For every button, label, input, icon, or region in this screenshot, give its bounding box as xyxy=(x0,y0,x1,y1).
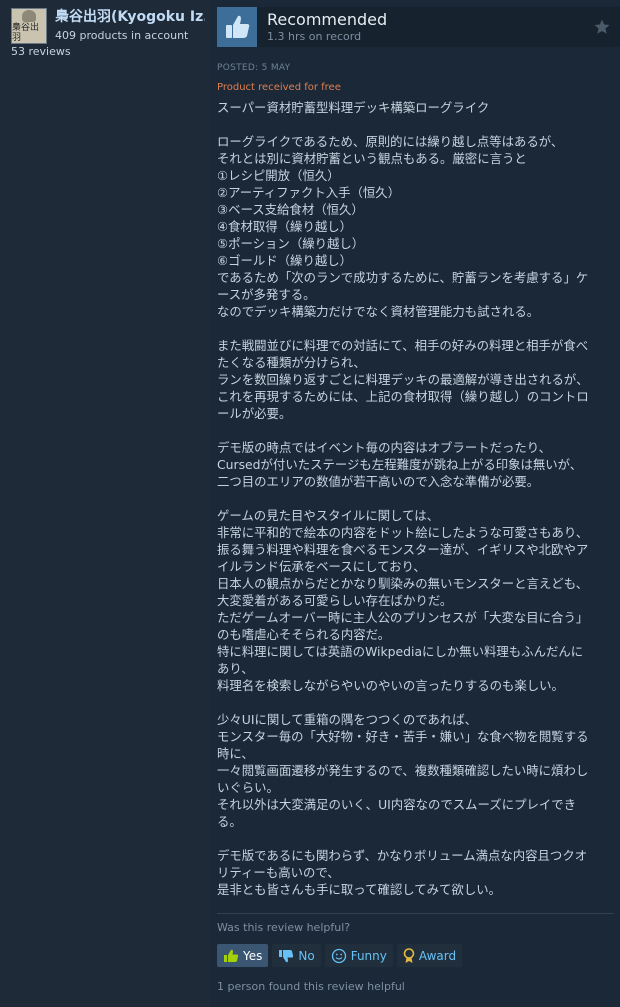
review-line: いぐらい。 xyxy=(217,780,279,795)
review-line: デモ版であるにも関わらず、かなりボリューム満点な内容且つクオ xyxy=(217,848,588,863)
review-line: 日本人の観点からだとかなり馴染みの無いモンスターと言えども、 xyxy=(217,576,589,591)
review-line: る。 xyxy=(217,814,242,829)
avatar-face xyxy=(22,9,36,22)
review-line: ④食材取得（繰り越し） xyxy=(217,219,353,234)
review-line: Cursedが付いたステージも左程難度が跳ね上がる印象は無いが、 xyxy=(217,457,583,472)
avatar-label: 梟谷出羽 xyxy=(12,22,40,43)
review-line: それ以外は大変満足のいく、UI内容なのでスムーズにプレイでき xyxy=(217,797,577,812)
review-line: ただゲームオーバー時に主人公のプリンセスが「大変な目に合う」 xyxy=(217,610,589,625)
received-free-label: Product received for free xyxy=(217,82,341,93)
review-line: ースが多発する。 xyxy=(217,287,316,302)
review-blank-line xyxy=(217,830,612,847)
review-line: 是非とも皆さんも手に取って確認してみて欲しい。 xyxy=(217,882,501,897)
review-line: 一々閲覧画面遷移が発生するので、複数種類確認したい時に煩わし xyxy=(217,763,589,778)
helpful-question: Was this review helpful? xyxy=(217,921,351,934)
review-line: ②アーティファクト入手（恒久） xyxy=(217,185,401,200)
review-line: あり、 xyxy=(217,661,254,676)
review-line: 料理名を検索しながらやいのやいの言ったりするのも楽しい。 xyxy=(217,678,564,693)
vote-no-label: No xyxy=(298,948,315,963)
review-line: ゲームの見た目やスタイルに関しては、 xyxy=(217,508,440,523)
review-line: ランを数回繰り返すごとに料理デッキの最適解が導き出されるが、 xyxy=(217,372,589,387)
review-line: モンスター毎の「大好物・好き・苦手・嫌い」な食べ物を閲覧する xyxy=(217,729,589,744)
award-button[interactable]: Award xyxy=(396,944,463,967)
hours-on-record: 1.3 hrs on record xyxy=(267,30,362,43)
review-line: ローグライクであるため、原則的には繰り越し点等はあるが、 xyxy=(217,134,564,149)
review-line: リティーも高いので、 xyxy=(217,865,340,880)
review-line: 時に、 xyxy=(217,746,254,761)
review-line: 振る舞う料理や料理を食べるモンスター達が、イギリスや北欧やア xyxy=(217,542,589,557)
smiley-icon xyxy=(331,948,347,964)
review-blank-line xyxy=(217,694,612,711)
star-icon[interactable] xyxy=(593,18,611,36)
review-line: なのでデッキ構築力だけでなく資材管理能力も試される。 xyxy=(217,304,540,319)
vote-funny-button[interactable]: Funny xyxy=(324,944,393,967)
review-line: 大変愛着がある可愛らしい存在ばかりだ。 xyxy=(217,593,453,608)
review-line: 二つ目のエリアの数値が若干高いので入念な準備が必要。 xyxy=(217,474,540,489)
review-line: ①レシピ開放（恒久） xyxy=(217,168,340,183)
review-line: ールが必要。 xyxy=(217,406,292,421)
review-line: これを再現するためには、上記の食材取得（繰り越し）のコントロ xyxy=(217,389,589,404)
divider xyxy=(217,913,614,914)
review-header[interactable]: Recommended 1.3 hrs on record xyxy=(217,7,620,47)
review-line: 非常に平和的で絵本の内容をドット絵にしたような可愛さもあり、 xyxy=(217,525,589,540)
thumbs-up-icon xyxy=(217,7,257,47)
vote-yes-button[interactable]: Yes xyxy=(217,944,269,967)
review-blank-line xyxy=(217,490,612,507)
vote-buttons: Yes No Funny Award xyxy=(217,944,463,967)
review-text: スーパー資材貯蓄型料理デッキ構築ローグライクローグライクであるため、原則的には繰… xyxy=(217,99,612,898)
author-panel: 梟谷出羽 梟谷出羽(Kyogoku Iz... 409 products in … xyxy=(0,0,210,1007)
vote-funny-label: Funny xyxy=(350,948,387,963)
review-line: デモ版の時点ではイベント毎の内容はオブラートだったり、 xyxy=(217,440,552,455)
review-blank-line xyxy=(217,422,612,439)
vote-yes-label: Yes xyxy=(243,948,263,963)
review-line: ③ベース支給食材（恒久） xyxy=(217,202,364,217)
review-line: ⑥ゴールド（繰り越し） xyxy=(217,253,353,268)
posted-date: POSTED: 5 MAY xyxy=(217,63,291,73)
author-name[interactable]: 梟谷出羽(Kyogoku Iz... xyxy=(55,6,205,26)
award-label: Award xyxy=(418,948,457,963)
review-line: それとは別に資材貯蓄という観点もある。厳密に言うと xyxy=(217,151,527,166)
review-blank-line xyxy=(217,320,612,337)
award-icon xyxy=(403,947,415,964)
thumbs-up-icon xyxy=(223,949,239,963)
avatar[interactable]: 梟谷出羽 xyxy=(11,8,47,44)
thumbs-down-icon xyxy=(278,949,294,963)
review-line: 少々UIに関して重箱の隅をつつくのであれば、 xyxy=(217,712,478,727)
review-line: たくなる種類が分けられ、 xyxy=(217,355,366,370)
review-verdict: Recommended xyxy=(267,10,388,29)
review-line: のも嗜虐心そそられる内容だ。 xyxy=(217,627,391,642)
found-helpful-count: 1 person found this review helpful xyxy=(217,980,405,993)
review-blank-line xyxy=(217,116,612,133)
vote-no-button[interactable]: No xyxy=(272,944,321,967)
review-line: また戦闘並びに料理での対話にて、相手の好みの料理と相手が食べ xyxy=(217,338,589,353)
author-products-count[interactable]: 409 products in account xyxy=(55,29,188,42)
review-line: イルランド伝承をベースにしており、 xyxy=(217,559,426,574)
review-line: 特に料理に関しては英語のWikpediaにしか無い料理もふんだんに xyxy=(217,644,584,659)
review-line: ⑤ポーション（繰り越し） xyxy=(217,236,365,251)
review-line: であるため「次のランで成功するために、貯蓄ランを考慮する」ケ xyxy=(217,270,589,285)
review-line: スーパー資材貯蓄型料理デッキ構築ローグライク xyxy=(217,100,490,115)
author-reviews-count[interactable]: 53 reviews xyxy=(11,45,71,58)
